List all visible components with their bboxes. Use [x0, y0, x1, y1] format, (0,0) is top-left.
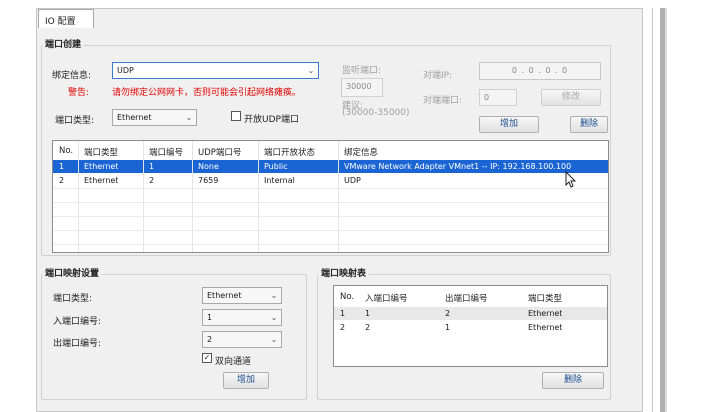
scrollbar-track: [665, 8, 667, 412]
grid-line: [53, 244, 608, 245]
bidirectional-checkbox[interactable]: ✓: [202, 353, 212, 363]
grid-line: [53, 230, 608, 231]
delete-mapping-button[interactable]: 删除: [542, 372, 604, 389]
listen-port-label: 监听端口:: [342, 66, 382, 76]
bind-info-label: 绑定信息:: [52, 71, 92, 81]
cell-port-type: Ethernet: [528, 309, 563, 318]
add-port-button[interactable]: 增加: [479, 116, 539, 133]
cell-no: 2: [340, 323, 346, 332]
cell-in-port: 1: [365, 309, 371, 318]
cell-out-port: 1: [445, 323, 451, 332]
mouse-pointer-icon: [565, 171, 577, 188]
col-bind-info: 绑定信息: [344, 148, 379, 158]
warning-label: 警告:: [68, 88, 90, 98]
bidirectional-label: 双向通道: [215, 357, 252, 367]
peer-port-label: 对端端口:: [423, 96, 463, 106]
chevron-down-icon: ⌄: [270, 291, 278, 300]
grid-line: [192, 141, 193, 252]
cell-port-type: Ethernet: [528, 323, 563, 332]
cell-bind-info: UDP: [344, 176, 361, 185]
grid-line: [53, 188, 608, 189]
cell-port-type: Ethernet: [84, 162, 119, 171]
port-type-label: 端口类型:: [55, 116, 95, 126]
modify-button[interactable]: 修改: [541, 89, 601, 106]
col-no: No.: [340, 292, 355, 302]
open-udp-label: 开放UDP端口: [244, 115, 299, 125]
cell-open-state: Public: [264, 162, 288, 171]
port-type-select[interactable]: Ethernet ⌄: [112, 109, 197, 126]
port-create-title: 端口创建: [42, 37, 85, 50]
col-port-number: 端口编号: [149, 148, 184, 158]
port-table[interactable]: No. 端口类型 端口编号 UDP端口号 端口开放状态 绑定信息 1 Ether…: [52, 140, 609, 253]
in-port-select[interactable]: 1 ⌄: [202, 309, 282, 326]
grid-line: [143, 141, 144, 252]
bind-info-select[interactable]: UDP ⌄: [112, 62, 319, 79]
cell-udp-port: None: [198, 162, 219, 171]
col-in-port: 入端口编号: [365, 294, 408, 304]
cell-no: 1: [59, 162, 65, 171]
cell-port-type: Ethernet: [84, 176, 119, 185]
col-no: No.: [59, 146, 74, 156]
map-port-type-value: Ethernet: [207, 291, 242, 300]
peer-port-input[interactable]: 0: [479, 89, 517, 106]
peer-ip-input[interactable]: 0 . 0 . 0 . 0: [479, 62, 601, 80]
cell-port-number: 2: [149, 176, 155, 185]
in-port-label: 入端口编号:: [53, 317, 102, 327]
col-port-type: 端口类型: [528, 294, 563, 304]
map-port-type-select[interactable]: Ethernet ⌄: [202, 287, 282, 304]
mapping-table[interactable]: No. 入端口编号 出端口编号 端口类型 1 1 2 Ethernet 2 2 …: [333, 285, 608, 367]
chevron-down-icon: ⌄: [270, 335, 278, 344]
cell-no: 1: [340, 309, 346, 318]
grid-line: [53, 216, 608, 217]
chevron-down-icon: ⌄: [307, 66, 315, 75]
window-edge: [652, 8, 653, 412]
col-out-port: 出端口编号: [445, 294, 488, 304]
col-open-state: 端口开放状态: [264, 148, 316, 158]
checkmark-icon: ✓: [203, 353, 211, 362]
grid-line: [258, 141, 259, 252]
cell-open-state: Internal: [264, 176, 295, 185]
grid-line: [53, 202, 608, 203]
out-port-value: 2: [207, 335, 213, 344]
chevron-down-icon: ⌄: [185, 113, 193, 122]
cell-in-port: 2: [365, 323, 371, 332]
warning-text: 请勿绑定公网网卡，否则可能会引起网络瘫痪。: [112, 88, 302, 98]
open-udp-checkbox[interactable]: [231, 111, 241, 121]
out-port-select[interactable]: 2 ⌄: [202, 331, 282, 348]
in-port-value: 1: [207, 313, 213, 322]
map-port-type-label: 端口类型:: [53, 294, 93, 304]
tab-io-config[interactable]: IO 配置: [38, 9, 94, 28]
cell-no: 2: [59, 176, 65, 185]
chevron-down-icon: ⌄: [270, 313, 278, 322]
cell-udp-port: 7659: [198, 176, 219, 185]
table-row-highlight[interactable]: [334, 307, 607, 320]
bind-info-value: UDP: [117, 66, 134, 75]
col-udp-port: UDP端口号: [198, 148, 242, 158]
add-mapping-button[interactable]: 增加: [223, 372, 269, 389]
grid-line: [78, 141, 79, 252]
delete-port-button[interactable]: 删除: [570, 116, 608, 133]
out-port-label: 出端口编号:: [53, 339, 102, 349]
listen-port-input[interactable]: 30000: [341, 78, 383, 97]
mapping-settings-title: 端口映射设置: [42, 266, 103, 279]
port-type-value: Ethernet: [117, 113, 152, 122]
peer-ip-label: 对端IP:: [423, 71, 453, 81]
cell-out-port: 2: [445, 309, 451, 318]
suggest-range: (30000-35000): [342, 108, 410, 118]
col-port-type: 端口类型: [84, 148, 119, 158]
grid-line: [338, 141, 339, 252]
mapping-table-title: 端口映射表: [318, 266, 370, 279]
cell-port-number: 1: [149, 162, 155, 171]
